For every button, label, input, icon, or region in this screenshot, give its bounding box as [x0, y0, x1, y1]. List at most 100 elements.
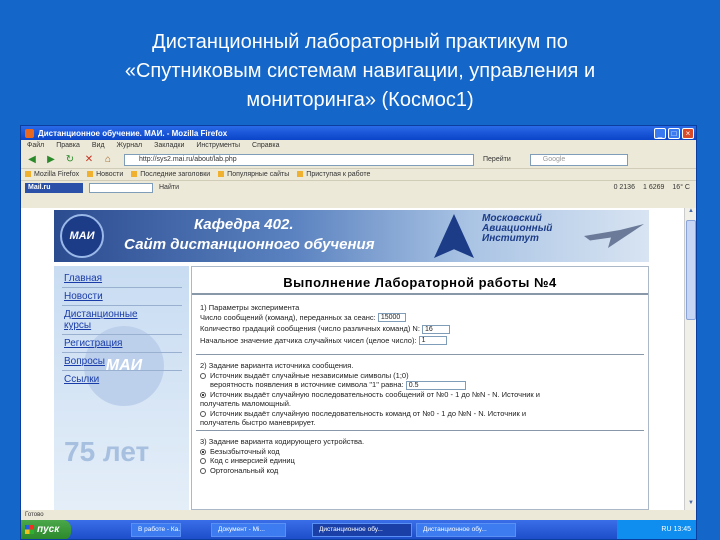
- section-title: 3) Задание варианта кодирующего устройст…: [200, 437, 365, 446]
- scroll-up-icon[interactable]: ▲: [686, 208, 696, 218]
- slide-title-line-1: Дистанционный лабораторный практикум по: [152, 31, 568, 53]
- bookmark-item[interactable]: Mozilla Firefox: [25, 171, 79, 178]
- menu-bookmarks[interactable]: Закладки: [154, 142, 184, 149]
- sidebar-link-home[interactable]: Главная: [64, 274, 102, 284]
- mailru-logo[interactable]: Mail.ru: [25, 182, 83, 193]
- home-icon[interactable]: ⌂: [101, 154, 115, 166]
- menu-edit[interactable]: Правка: [56, 142, 80, 149]
- sidebar-link-questions[interactable]: Вопросы: [64, 357, 105, 367]
- stop-icon[interactable]: ✕: [82, 154, 96, 166]
- taskbar-item[interactable]: Документ - Mi...: [211, 523, 286, 537]
- mailru-search-button[interactable]: Найти: [159, 184, 179, 191]
- menu-help[interactable]: Справка: [252, 142, 279, 149]
- section-encoder: 3) Задание варианта кодирующего устройст…: [200, 437, 364, 475]
- reload-icon[interactable]: ↻: [63, 154, 77, 166]
- taskbar-item[interactable]: Дистанционное обу...: [416, 523, 516, 537]
- sidebar-link-courses[interactable]: Дистанционные: [64, 310, 138, 320]
- section-title: 2) Задание варианта источника сообщения.: [200, 361, 354, 370]
- scroll-down-icon[interactable]: ▼: [686, 500, 696, 510]
- sidebar-divider: [62, 334, 182, 335]
- field-label: Количество градаций сообщения (число раз…: [200, 324, 420, 334]
- slide-title-line-2: «Спутниковым системам навигации, управле…: [124, 60, 596, 82]
- sidebar-divider: [62, 305, 182, 306]
- menu-file[interactable]: Файл: [27, 142, 44, 149]
- mailru-search-input[interactable]: [89, 182, 153, 193]
- taskbar-item[interactable]: В работе - Ка...: [131, 523, 181, 537]
- radio-source-independent[interactable]: [200, 372, 206, 379]
- option-label: получатель маломощный.: [200, 399, 292, 409]
- option-label: Источник выдаёт случайную последовательн…: [210, 389, 540, 399]
- radio-code-nonredundant[interactable]: [200, 448, 206, 455]
- option-label: Безызбыточный код: [210, 446, 280, 456]
- section-divider: [196, 354, 644, 355]
- site-banner: МАИ Кафедра 402. Сайт дистанционного обу…: [54, 210, 649, 262]
- radio-source-messages[interactable]: [200, 391, 206, 398]
- bookmark-item[interactable]: Популярные сайты: [218, 171, 289, 178]
- rocket-emblem-icon: [434, 214, 474, 258]
- slide-title-line-3: мониторинга» (Космос1): [246, 89, 474, 111]
- seed-input[interactable]: 1: [418, 336, 447, 346]
- option-label: Источник выдаёт случайные независимые си…: [210, 370, 409, 380]
- section-source: 2) Задание варианта источника сообщения.…: [200, 361, 540, 428]
- window-title: Дистанционное обучение. МАИ. - Mozilla F…: [38, 128, 228, 138]
- section-divider: [196, 430, 644, 431]
- sidebar-divider: [62, 370, 182, 371]
- option-label: получатель быстро маневрирует.: [200, 418, 316, 428]
- sidebar-link-links[interactable]: Ссылки: [64, 375, 99, 385]
- probability-input[interactable]: 0.5: [405, 380, 466, 390]
- institute-line: Институт: [482, 233, 539, 244]
- mai-logo[interactable]: МАИ: [60, 214, 104, 258]
- slide-title: Дистанционный лабораторный практикум по …: [40, 28, 680, 115]
- back-arrow-icon[interactable]: ◀: [25, 154, 39, 166]
- gradations-input[interactable]: 16: [422, 324, 451, 334]
- browser-window: Дистанционное обучение. МАИ. - Mozilla F…: [20, 125, 697, 540]
- menu-view[interactable]: Вид: [92, 142, 105, 149]
- firefox-icon: [25, 128, 34, 138]
- messages-count-input[interactable]: 15000: [377, 313, 406, 323]
- forward-arrow-icon[interactable]: ▶: [44, 154, 58, 166]
- go-button[interactable]: Перейти: [483, 156, 511, 163]
- start-button[interactable]: пуск: [21, 520, 71, 539]
- taskbar-item-active[interactable]: Дистанционное обу...: [312, 523, 412, 537]
- maximize-button[interactable]: □: [668, 127, 680, 139]
- sidebar-link-courses-2[interactable]: курсы: [64, 321, 91, 331]
- minimize-button[interactable]: _: [654, 127, 666, 139]
- option-label: вероятность появления в источнике символ…: [210, 380, 404, 389]
- institute-name: Московский Авиационный Институт: [482, 214, 552, 244]
- scrollbar-thumb[interactable]: [686, 220, 696, 320]
- radio-code-inversion[interactable]: [200, 458, 206, 465]
- weather-stat[interactable]: 16° C: [672, 184, 690, 191]
- address-input[interactable]: http://sys2.mai.ru/about/lab.php: [124, 153, 474, 166]
- page-content: МАИ Кафедра 402. Сайт дистанционного обу…: [21, 208, 684, 510]
- sidebar-link-registration[interactable]: Регистрация: [64, 339, 122, 349]
- sidebar-divider: [62, 287, 182, 288]
- vertical-scrollbar[interactable]: ▲ ▼: [684, 208, 696, 510]
- field-label: Начальное значение датчика случайных чис…: [200, 335, 417, 345]
- option-label: Источник выдаёт случайную последовательн…: [210, 408, 527, 418]
- window-titlebar[interactable]: Дистанционное обучение. МАИ. - Mozilla F…: [21, 126, 696, 140]
- lab-form: Выполнение Лабораторной работы №4 1) Пар…: [191, 266, 649, 510]
- field-label: Число сообщений (команд), переданных за …: [200, 312, 376, 322]
- sidebar: МАИ 75 лет Главная Новости Дистанционные…: [54, 266, 189, 510]
- radio-source-commands[interactable]: [200, 410, 206, 417]
- section-title: 1) Параметры эксперимента: [200, 303, 300, 312]
- menu-history[interactable]: Журнал: [117, 142, 143, 149]
- bookmark-item[interactable]: Приступая к работе: [297, 171, 370, 178]
- menu-bar: Файл Правка Вид Журнал Закладки Инструме…: [21, 140, 696, 151]
- banner-line-1: Кафедра 402.: [194, 216, 294, 233]
- bookmark-item[interactable]: Новости: [87, 171, 123, 178]
- anniversary-watermark: 75 лет: [64, 436, 150, 467]
- bookmarks-bar: Mozilla Firefox Новости Последние заголо…: [21, 168, 696, 180]
- navigation-bar: ◀ ▶ ↻ ✕ ⌂ http://sys2.mai.ru/about/lab.p…: [21, 151, 696, 168]
- search-input[interactable]: Google: [529, 153, 628, 166]
- close-button[interactable]: ×: [682, 127, 694, 139]
- system-tray-clock[interactable]: RU 13:45: [617, 520, 696, 539]
- radio-code-orthogonal[interactable]: [200, 467, 206, 474]
- toolbar-stat[interactable]: 0 2136: [614, 184, 635, 191]
- sidebar-link-news[interactable]: Новости: [64, 292, 103, 302]
- menu-tools[interactable]: Инструменты: [196, 142, 240, 149]
- option-label: Ортогональный код: [210, 465, 279, 475]
- toolbar-stat[interactable]: 1 6269: [643, 184, 664, 191]
- bookmark-item[interactable]: Последние заголовки: [131, 171, 210, 178]
- status-bar: Готово: [21, 510, 696, 520]
